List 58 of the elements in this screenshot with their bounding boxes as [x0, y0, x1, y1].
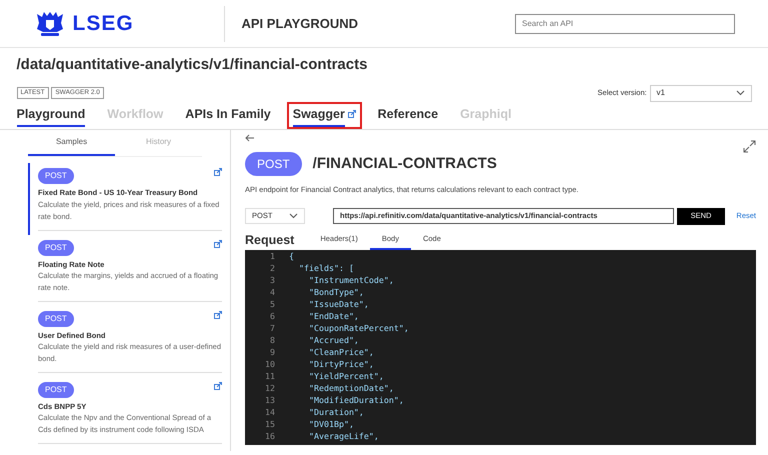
open-sample-icon[interactable]	[214, 382, 222, 390]
line-number: 15	[264, 418, 276, 430]
page-tab[interactable]: APIs In Family	[179, 102, 277, 130]
page-tab[interactable]: Reference	[372, 102, 444, 130]
logo-text: LSEG	[72, 10, 134, 37]
endpoint-title: /FINANCIAL-CONTRACTS	[312, 154, 497, 174]
line-number: 16	[264, 430, 276, 442]
code-line: "YieldPercent",	[308, 370, 384, 382]
code-line: "AverageLife",	[308, 430, 379, 442]
back-arrow-icon[interactable]	[245, 134, 255, 142]
code-line: "InstrumentCode",	[308, 274, 394, 286]
method-badge: POST	[245, 152, 302, 176]
line-number: 14	[264, 406, 276, 418]
code-line: "CleanPrice",	[308, 346, 374, 358]
line-number: 11	[264, 370, 276, 382]
app-title: API PLAYGROUND	[242, 14, 358, 33]
line-number: 4	[269, 286, 276, 298]
open-sample-icon[interactable]	[214, 310, 222, 319]
code-line: "IssueDate",	[308, 298, 369, 310]
line-number: 13	[264, 394, 276, 406]
code-line: "CouponRatePercent",	[308, 322, 409, 334]
search-field[interactable]: Search an API	[515, 14, 735, 34]
code-line: "DirtyPrice",	[308, 358, 374, 370]
method-badge: POST	[38, 240, 74, 256]
line-number: 5	[269, 298, 276, 310]
open-sample-icon[interactable]	[214, 240, 222, 248]
chevron-down-icon	[289, 213, 298, 219]
method-badge: POST	[38, 168, 74, 184]
line-number: 9	[269, 346, 276, 358]
page-title: /data/quantitative-analytics/v1/financial-contracts	[16, 55, 368, 75]
code-line: "fields": [	[298, 262, 354, 274]
code-editor[interactable]	[245, 250, 756, 445]
line-number: 12	[264, 382, 276, 394]
expand-icon[interactable]	[743, 140, 756, 154]
line-number: 6	[269, 310, 276, 322]
page-tab[interactable]: Swagger	[286, 102, 362, 130]
code-line: "DV01Bp",	[308, 418, 354, 430]
page-tab[interactable]: Playground	[10, 102, 92, 130]
line-number: 2	[269, 262, 276, 274]
code-line: "ModifiedDuration",	[308, 394, 404, 406]
method-badge: POST	[38, 310, 74, 327]
open-sample-icon[interactable]	[214, 168, 222, 176]
request-heading: Request	[245, 232, 294, 249]
code-line: {	[288, 250, 294, 262]
line-number: 8	[269, 334, 276, 346]
code-line: "RedemptionDate",	[308, 382, 394, 394]
line-number: 7	[269, 322, 276, 334]
sidebar-tab[interactable]: Samples	[28, 130, 115, 156]
line-number: 3	[269, 274, 276, 286]
code-line: "Duration",	[308, 406, 364, 418]
method-badge: POST	[38, 382, 74, 398]
code-line: "EndDate",	[308, 310, 359, 322]
code-line: "BondType",	[308, 286, 364, 298]
line-number: 10	[264, 358, 276, 370]
line-number: 1	[269, 250, 276, 262]
version-select[interactable]: v1	[650, 84, 752, 102]
chevron-down-icon	[736, 90, 744, 96]
code-line: "Accrued",	[308, 334, 359, 346]
